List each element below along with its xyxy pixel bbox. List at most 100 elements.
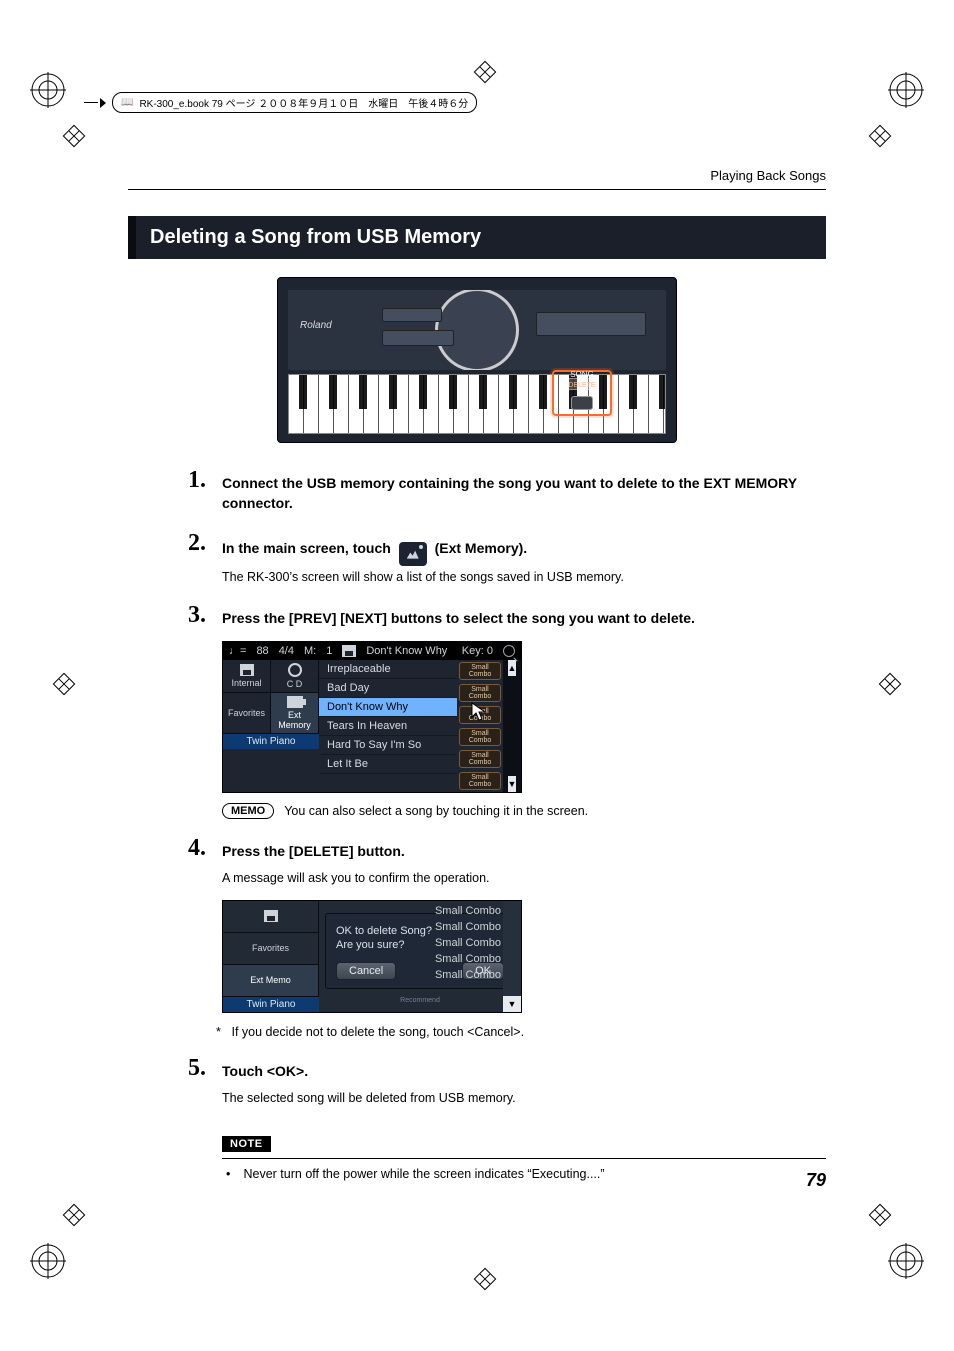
list-item[interactable]: Let It Be [319,755,457,774]
style-badge: Small Combo [459,684,501,702]
tab-internal[interactable] [223,901,319,933]
scroll-track[interactable] [503,901,521,996]
list-item[interactable]: Hard To Say I'm So [319,736,457,755]
tab-label: Favorites [228,708,265,718]
dialog-footer-hint: Recommend [325,997,515,1004]
step-heading: Press the [DELETE] button. [222,841,826,861]
tab-internal[interactable]: Internal [223,660,271,693]
header-rule [128,189,826,190]
key-label: Key: [462,645,484,657]
magnifier-icon [503,645,515,657]
crop-mark-inner-bl [63,1204,86,1227]
tab-ext-memory[interactable]: Ext Memory [271,693,319,734]
twin-piano-button[interactable]: Twin Piano [223,734,319,749]
crop-mark-bottom [474,1268,497,1291]
tab-favorites[interactable]: Favorites [223,933,319,965]
step-body: The selected song will be deleted from U… [222,1089,826,1108]
step-2: 2. In the main screen, touch (Ext Memory… [222,536,826,587]
scroll-down-icon[interactable]: ▼ [508,776,517,792]
section-title: Deleting a Song from USB Memory [128,216,826,259]
registration-mark-bl [30,1243,66,1279]
confirm-dialog-screen: ▼ Small Combo Small Combo Small Combo Sm… [222,900,522,1013]
list-item[interactable]: Irreplaceable [319,660,457,679]
style-badge: Small Combo [459,662,501,680]
note-label: NOTE [222,1136,271,1152]
list-item[interactable]: Tears In Heaven [319,717,457,736]
scrollbar[interactable]: ▼ [503,901,521,1012]
tab-cd[interactable]: C D [271,660,319,693]
prepress-header: 📖 RK-300_e.book 79 ページ ２００８年９月１０日 水曜日 午後… [84,92,604,113]
style-badge: Small Combo [435,937,501,949]
step-footnote: * If you decide not to delete the song, … [216,1025,826,1039]
crop-mark-inner-tl [63,125,86,148]
brand-label: Roland [300,320,332,331]
step-heading-post: (Ext Memory). [435,540,528,556]
registration-mark-br [888,1243,924,1279]
tab-ext-memory[interactable]: Ext Memo [223,965,319,997]
step-body: A message will ask you to confirm the op… [222,869,826,888]
cancel-button[interactable]: Cancel [336,962,396,980]
registration-mark-tl [30,72,66,108]
tab-label: Favorites [252,943,289,953]
crop-mark-inner-br [869,1204,892,1227]
list-item-label: Don't Know Why [327,701,408,713]
note-text: Never turn off the power while the scree… [243,1167,604,1181]
scroll-up-icon[interactable]: ▲ [508,660,517,676]
memo-text: You can also select a song by touching i… [284,804,588,818]
style-badge: Small Combo [435,953,501,965]
list-item-selected[interactable]: Don't Know Why [319,698,457,717]
page-number: 79 [806,1170,826,1191]
panel-box-icon [536,312,646,336]
delete-physical-button-icon [571,396,593,410]
step-number: 1. [188,467,206,494]
song-list-status-bar: ♩= 88 4/4 M: 1 Don't Know Why Key: 0 [223,642,521,660]
step-body: The RK-300’s screen will show a list of … [222,568,826,587]
ext-memory-chip-icon [399,542,427,566]
tempo-label: ♩= [229,645,246,657]
scroll-down-icon[interactable]: ▼ [503,996,521,1012]
arrow-icon [84,97,102,109]
track-list: Irreplaceable Bad Day Don't Know Why Tea… [319,660,457,792]
delete-button-highlight: SONG DELETE [552,370,612,416]
step-number: 5. [188,1055,206,1082]
memo: MEMO You can also select a song by touch… [222,803,826,819]
step-heading: In the main screen, touch (Ext Memory). [222,536,826,560]
highlight-sublabel: DELETE [554,382,610,389]
scrollbar[interactable]: ▲ ▼ [503,660,521,792]
tab-label: C D [287,679,303,689]
step-1: 1. Connect the USB memory containing the… [222,473,826,514]
tab-label: Ext Memo [250,975,291,985]
tempo-value: 88 [256,645,268,657]
twin-piano-button[interactable]: Twin Piano [223,997,319,1012]
cursor-icon [471,702,487,722]
measure-value: 1 [326,645,332,657]
product-illustration: Roland SONG DELETE [277,277,677,443]
floppy-icon [240,664,254,676]
style-badge: Small Combo [435,921,501,933]
crop-mark-left [53,672,76,695]
style-badge: Small Combo [459,772,501,790]
key-value: 0 [487,645,493,657]
style-badge: Small Combo [459,728,501,746]
highlight-label: SONG [554,370,610,379]
tab-favorites[interactable]: Favorites [223,693,271,734]
step-heading: Touch <OK>. [222,1061,826,1081]
step-heading: Connect the USB memory containing the so… [222,473,826,514]
tab-label: Ext Memory [278,710,311,730]
step-3: 3. Press the [PREV] [NEXT] buttons to se… [222,608,826,818]
step-number: 3. [188,602,206,629]
style-badges: Small Combo Small Combo Small Combo Smal… [435,905,501,981]
list-item[interactable]: Bad Day [319,679,457,698]
step-number: 4. [188,835,206,862]
step-5: 5. Touch <OK>. The selected song will be… [222,1061,826,1108]
footnote-text: If you decide not to delete the song, to… [231,1025,524,1039]
step-heading-pre: In the main screen, touch [222,540,395,556]
time-signature: 4/4 [279,645,294,657]
step-number: 2. [188,530,206,557]
style-badge: Small Combo [435,969,501,981]
note-rule [222,1158,826,1159]
style-badge: Small Combo [459,750,501,768]
panel-box-icon [382,308,442,322]
step-heading: Press the [PREV] [NEXT] buttons to selec… [222,608,826,628]
step-4: 4. Press the [DELETE] button. A message … [222,841,826,1039]
